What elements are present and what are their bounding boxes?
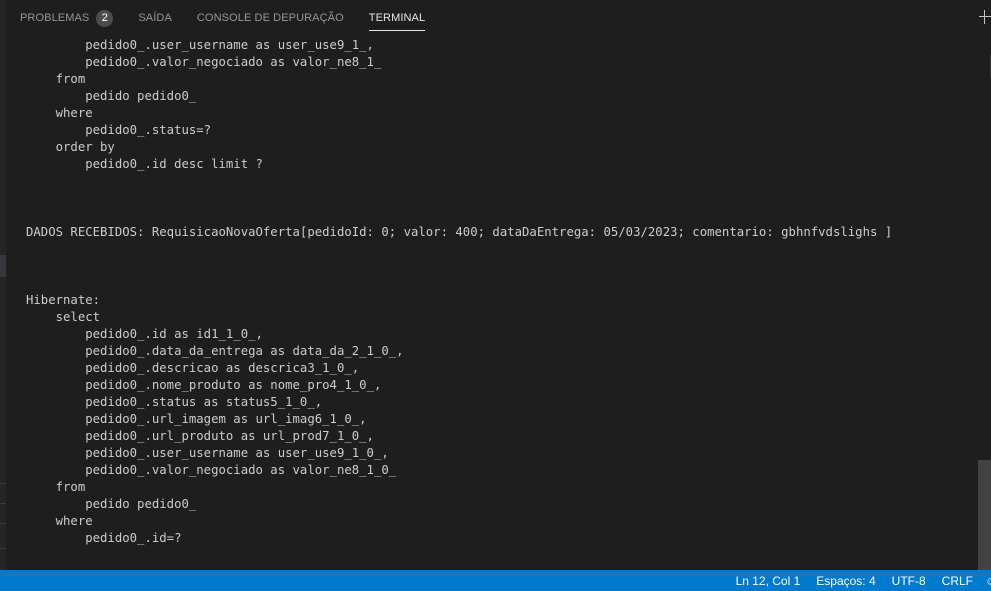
tab-label: TERMINAL (368, 12, 426, 24)
terminal-line: pedido0_.data_da_entrega as data_da_2_1_… (26, 344, 404, 358)
terminal-line: from (26, 480, 86, 494)
status-bar: Ln 12, Col 1 Espaços: 4 UTF-8 CRLF ☺ (0, 570, 991, 591)
terminal-line: pedido0_.descricao as descrica3_1_0_, (26, 361, 360, 375)
terminal-line: pedido0_.user_username as user_use9_1_, (26, 38, 374, 52)
terminal-line: pedido0_.status as status5_1_0_, (26, 395, 323, 409)
terminal-line: order by (26, 140, 115, 154)
terminal-line: pedido0_.status=? (26, 123, 212, 137)
terminal-line: where (26, 106, 93, 120)
indentation-setting[interactable]: Espaços: 4 (816, 574, 875, 588)
terminal-line: Hibernate: (26, 293, 101, 307)
panel-tabs: PROBLEMAS 2 SAÍDA CONSOLE DE DEPURAÇÃO T… (20, 0, 450, 36)
terminal-line: from (26, 72, 86, 86)
bottom-panel: PROBLEMAS 2 SAÍDA CONSOLE DE DEPURAÇÃO T… (6, 0, 991, 570)
terminal-line: pedido0_.url_imagem as url_imag6_1_0_, (26, 412, 367, 426)
tab-problems[interactable]: PROBLEMAS 2 (20, 0, 114, 36)
tab-label: PROBLEMAS (20, 12, 90, 24)
terminal-scrollbar-thumb[interactable] (978, 460, 991, 570)
terminal-line: pedido0_.valor_negociado as valor_ne8_1_ (26, 55, 382, 69)
encoding-setting[interactable]: UTF-8 (892, 574, 926, 588)
tab-label: SAÍDA (138, 12, 172, 24)
terminal-line: pedido0_.id=? (26, 531, 182, 545)
plus-icon[interactable] (979, 10, 991, 24)
smiley-icon[interactable]: ☺ (985, 574, 991, 588)
terminal-output[interactable]: pedido0_.user_username as user_use9_1_, … (26, 37, 976, 567)
tab-output[interactable]: SAÍDA (138, 0, 172, 36)
terminal-line: pedido0_.nome_produto as nome_pro4_1_0_, (26, 378, 382, 392)
line-ending-setting[interactable]: CRLF (942, 574, 973, 588)
terminal-line: pedido0_.url_produto as url_prod7_1_0_, (26, 429, 374, 443)
cursor-position[interactable]: Ln 12, Col 1 (736, 574, 801, 588)
terminal-line: DADOS RECEBIDOS: RequisicaoNovaOferta[pe… (26, 225, 893, 239)
terminal-line: select (26, 310, 101, 324)
terminal-line: pedido pedido0_ (26, 497, 197, 511)
terminal-line: where (26, 514, 93, 528)
terminal-line: pedido0_.id desc limit ? (26, 157, 263, 171)
terminal-line: pedido pedido0_ (26, 89, 197, 103)
tab-debug-console[interactable]: CONSOLE DE DEPURAÇÃO (197, 0, 344, 36)
tab-label: CONSOLE DE DEPURAÇÃO (196, 12, 344, 24)
terminal-line: pedido0_.user_username as user_use9_1_0_… (26, 446, 389, 460)
problems-count-badge: 2 (96, 9, 114, 27)
terminal-line: pedido0_.valor_negociado as valor_ne8_1_… (26, 463, 397, 477)
terminal-line: pedido0_.id as id1_1_0_, (26, 327, 263, 341)
tab-terminal[interactable]: TERMINAL (368, 0, 426, 36)
